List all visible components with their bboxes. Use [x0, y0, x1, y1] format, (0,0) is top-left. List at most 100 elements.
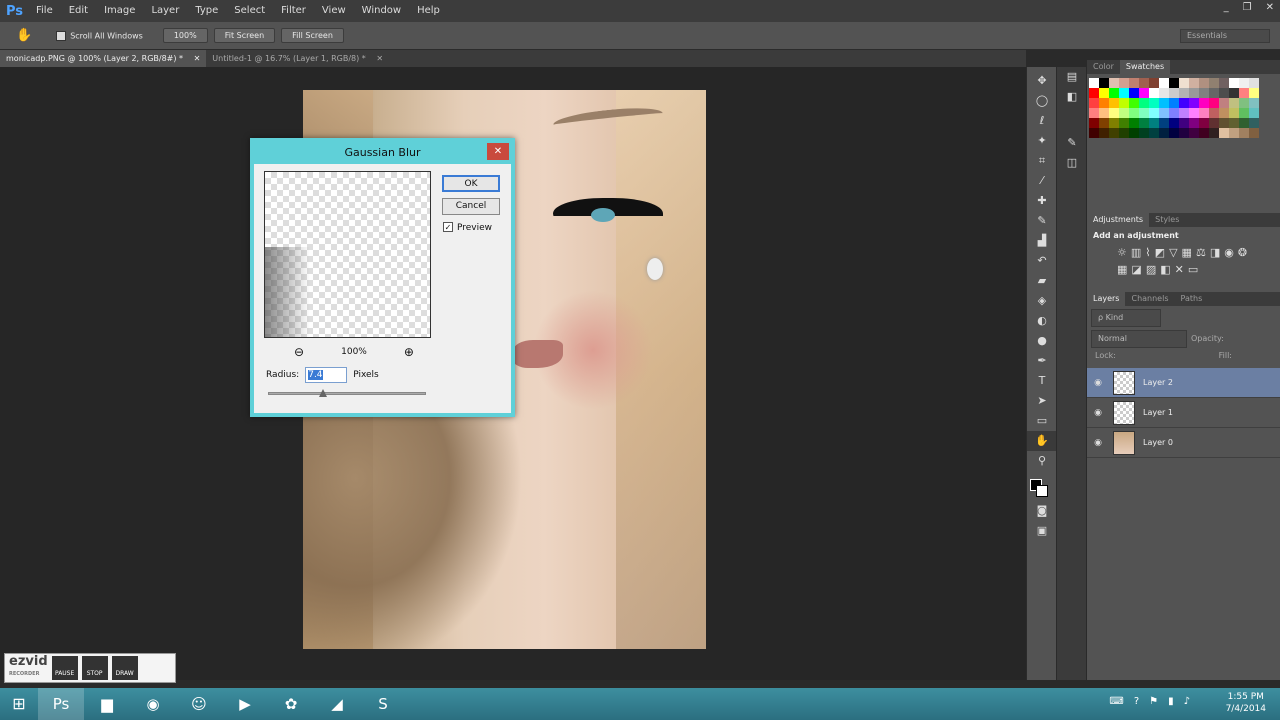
- color-swatch[interactable]: [1219, 118, 1229, 128]
- tab-styles[interactable]: Styles: [1149, 213, 1185, 227]
- color-swatch[interactable]: [1089, 88, 1099, 98]
- color-swatch[interactable]: [1239, 88, 1249, 98]
- color-swatch[interactable]: [1239, 118, 1249, 128]
- color-swatch[interactable]: [1099, 78, 1109, 88]
- color-swatch[interactable]: [1129, 118, 1139, 128]
- color-swatch[interactable]: [1199, 118, 1209, 128]
- color-swatch[interactable]: [1109, 128, 1119, 138]
- menu-file[interactable]: File: [28, 0, 61, 22]
- color-swatch[interactable]: [1089, 78, 1099, 88]
- menu-edit[interactable]: Edit: [61, 0, 96, 22]
- color-swatch[interactable]: [1099, 98, 1109, 108]
- color-swatch[interactable]: [1239, 128, 1249, 138]
- color-balance-icon[interactable]: ⚖: [1196, 246, 1206, 259]
- menu-layer[interactable]: Layer: [143, 0, 187, 22]
- explorer-taskbar-icon[interactable]: ▆: [84, 688, 130, 720]
- black-white-icon[interactable]: ◨: [1210, 246, 1220, 259]
- flag-icon[interactable]: ⚑: [1149, 696, 1158, 707]
- color-swatch[interactable]: [1109, 118, 1119, 128]
- color-swatch[interactable]: [1169, 88, 1179, 98]
- color-swatch[interactable]: [1109, 88, 1119, 98]
- color-swatch[interactable]: [1189, 98, 1199, 108]
- quick-mask-icon[interactable]: ◙: [1027, 501, 1057, 521]
- preview-checkbox[interactable]: ✓ Preview: [443, 222, 492, 233]
- curves-icon[interactable]: ⌇: [1145, 246, 1150, 259]
- dodge-tool-icon[interactable]: ●: [1027, 331, 1057, 351]
- layer-row[interactable]: ◉ Layer 2: [1087, 368, 1280, 398]
- scroll-all-windows-checkbox[interactable]: Scroll All Windows: [56, 30, 143, 41]
- color-swatch[interactable]: [1249, 108, 1259, 118]
- color-swatch[interactable]: [1119, 78, 1129, 88]
- color-swatch[interactable]: [1109, 78, 1119, 88]
- color-swatch[interactable]: [1089, 128, 1099, 138]
- channel-mixer-icon[interactable]: ❂: [1238, 246, 1247, 259]
- background-color[interactable]: [1036, 485, 1048, 497]
- tab-close-icon[interactable]: ✕: [376, 54, 383, 63]
- color-swatch[interactable]: [1229, 108, 1239, 118]
- vibrance-icon[interactable]: ▽: [1169, 246, 1177, 259]
- tab-layers[interactable]: Layers: [1087, 292, 1126, 306]
- tab-close-icon[interactable]: ✕: [194, 54, 201, 63]
- color-swatch[interactable]: [1219, 128, 1229, 138]
- move-tool-icon[interactable]: ✥: [1027, 71, 1057, 91]
- color-swatch[interactable]: [1149, 98, 1159, 108]
- color-swatch[interactable]: [1129, 108, 1139, 118]
- radius-slider[interactable]: [268, 389, 426, 397]
- color-swatch[interactable]: [1159, 88, 1169, 98]
- windows-start-icon[interactable]: ⊞: [0, 688, 38, 720]
- color-swatch[interactable]: [1099, 128, 1109, 138]
- color-swatch[interactable]: [1249, 88, 1259, 98]
- color-swatch[interactable]: [1169, 118, 1179, 128]
- color-swatch[interactable]: [1089, 118, 1099, 128]
- color-swatch[interactable]: [1149, 128, 1159, 138]
- color-swatch[interactable]: [1159, 128, 1169, 138]
- color-swatch[interactable]: [1179, 128, 1189, 138]
- color-swatch[interactable]: [1089, 108, 1099, 118]
- stop-button[interactable]: STOP: [81, 656, 108, 680]
- visibility-eye-icon[interactable]: ◉: [1087, 378, 1109, 388]
- levels-icon[interactable]: ▥: [1131, 246, 1141, 259]
- tab-untitled[interactable]: Untitled-1 @ 16.7% (Layer 1, RGB/8) * ✕: [206, 50, 389, 67]
- color-swatch[interactable]: [1109, 108, 1119, 118]
- tab-adjustments[interactable]: Adjustments: [1087, 213, 1150, 227]
- color-swatch[interactable]: [1099, 118, 1109, 128]
- color-swatch[interactable]: [1199, 78, 1209, 88]
- swatches-grid[interactable]: [1087, 74, 1280, 142]
- color-swatch[interactable]: [1169, 108, 1179, 118]
- color-swatch[interactable]: [1219, 78, 1229, 88]
- eraser-tool-icon[interactable]: ▰: [1027, 271, 1057, 291]
- color-swatch[interactable]: [1209, 118, 1219, 128]
- zoom-in-icon[interactable]: ⊕: [404, 345, 414, 359]
- help-icon[interactable]: ?: [1134, 696, 1139, 707]
- color-swatch[interactable]: [1189, 108, 1199, 118]
- threshold-icon[interactable]: ◧: [1160, 263, 1170, 276]
- color-swatch[interactable]: [1169, 128, 1179, 138]
- tab-channels[interactable]: Channels: [1125, 292, 1174, 306]
- layer-kind-filter[interactable]: ρ Kind: [1091, 309, 1161, 327]
- color-swatch[interactable]: [1099, 88, 1109, 98]
- filter-preview[interactable]: [264, 171, 431, 338]
- keyboard-icon[interactable]: ⌨: [1109, 696, 1123, 707]
- fill-screen-button[interactable]: Fill Screen: [281, 28, 344, 43]
- visibility-eye-icon[interactable]: ◉: [1087, 408, 1109, 418]
- color-swatch[interactable]: [1209, 98, 1219, 108]
- draw-button[interactable]: DRAW: [111, 656, 138, 680]
- zoom-out-icon[interactable]: ⊖: [294, 345, 304, 359]
- photo-filter-icon[interactable]: ◉: [1224, 246, 1234, 259]
- restore-button[interactable]: ❐: [1243, 2, 1252, 13]
- color-swatch[interactable]: [1209, 128, 1219, 138]
- color-swatch[interactable]: [1169, 98, 1179, 108]
- color-lookup-icon[interactable]: ▦: [1117, 263, 1127, 276]
- menu-type[interactable]: Type: [187, 0, 226, 22]
- hand-tool-icon[interactable]: ✋: [1027, 431, 1057, 451]
- exposure-icon[interactable]: ◩: [1155, 246, 1165, 259]
- zoom-100-button[interactable]: 100%: [162, 28, 208, 43]
- marquee-tool-icon[interactable]: ◯: [1027, 91, 1057, 111]
- gradient-map-icon[interactable]: ▭: [1188, 263, 1198, 276]
- network-icon[interactable]: ▮: [1168, 696, 1174, 707]
- color-swatch[interactable]: [1179, 108, 1189, 118]
- color-swatch[interactable]: [1129, 98, 1139, 108]
- pen-tool-icon[interactable]: ✒: [1027, 351, 1057, 371]
- layer-row[interactable]: ◉ Layer 0: [1087, 428, 1280, 458]
- color-swatch[interactable]: [1179, 98, 1189, 108]
